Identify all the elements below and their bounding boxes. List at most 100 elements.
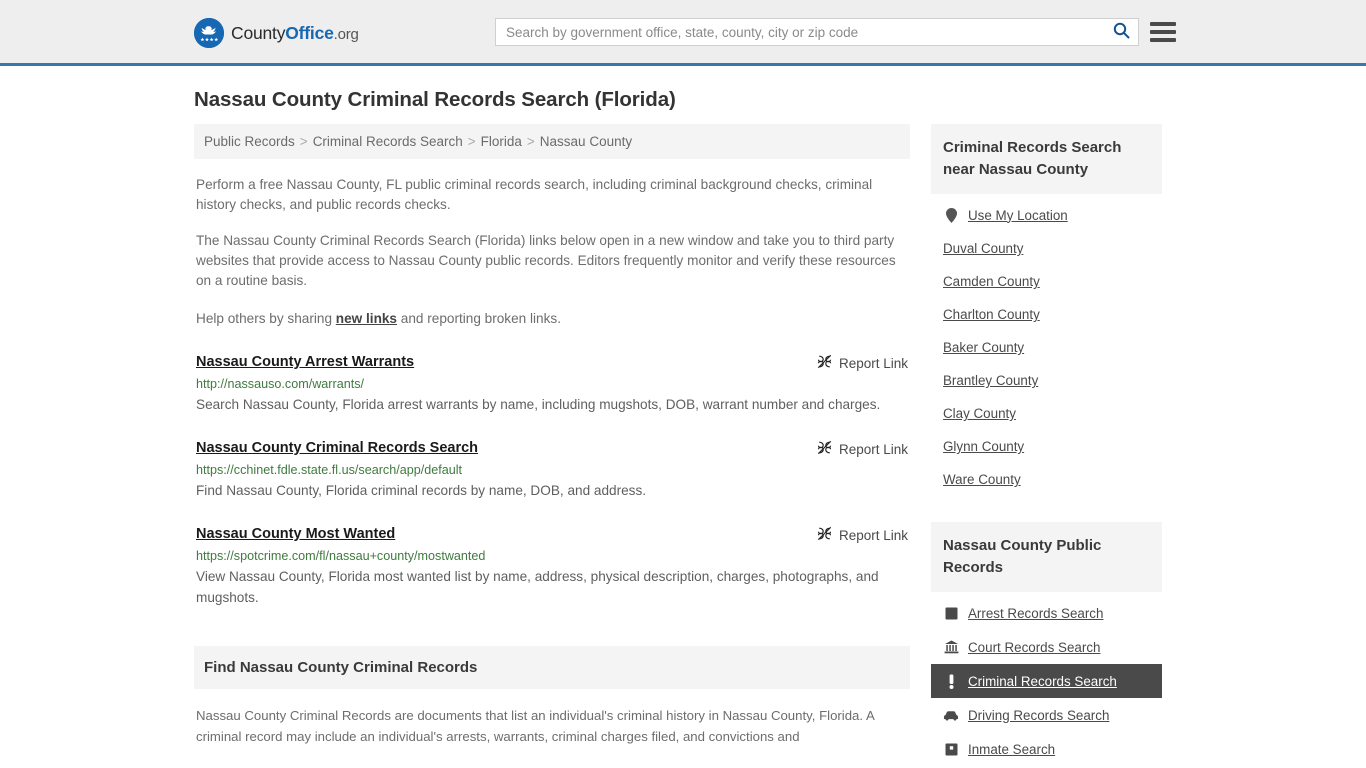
search-bar[interactable] — [495, 18, 1139, 46]
fingerprint-icon — [943, 605, 959, 621]
courthouse-icon — [943, 639, 959, 655]
sidebar-item-criminal-records-search[interactable]: Criminal Records Search — [931, 664, 1162, 698]
result-description: Find Nassau County, Florida criminal rec… — [196, 483, 647, 498]
intro-paragraph-3: Help others by sharing new links and rep… — [196, 309, 910, 329]
result-header: Nassau County Arrest Warrants Report Lin… — [196, 354, 910, 372]
result-title-link[interactable]: Nassau County Criminal Records Search — [196, 440, 478, 456]
breadcrumb-item-criminal-records-search[interactable]: Criminal Records Search — [313, 134, 463, 149]
broken-link-icon — [817, 354, 832, 372]
result-title-link[interactable]: Nassau County Arrest Warrants — [196, 354, 414, 370]
result-description: View Nassau County, Florida most wanted … — [196, 569, 879, 605]
public-records-card: Nassau County Public Records Arrest Reco… — [931, 522, 1162, 766]
report-link-label: Report Link — [838, 527, 908, 543]
exclamation-icon — [943, 673, 959, 689]
car-icon — [943, 707, 959, 723]
result-item: Nassau County Arrest Warrants Report Lin… — [194, 354, 910, 415]
sidebar-item-label: Brantley County — [943, 373, 1039, 388]
site-logo[interactable]: CountyOffice.org — [194, 18, 359, 48]
map-pin-icon — [943, 207, 959, 223]
intro-paragraph-2: The Nassau County Criminal Records Searc… — [196, 233, 896, 288]
sidebar-item-inmate-search[interactable]: Inmate Search — [931, 732, 1162, 766]
page-body: Nassau County Criminal Records Search (F… — [0, 88, 1366, 766]
main-content: Public Records > Criminal Records Search > F… — [194, 124, 910, 766]
sidebar-item-label: Criminal Records Search — [968, 673, 1117, 689]
sidebar-item-label: Ware County — [943, 472, 1021, 487]
nearby-search-heading: Criminal Records Search near Nassau Coun… — [931, 124, 1162, 194]
sidebar-item-charlton-county[interactable]: Charlton County — [931, 298, 1162, 331]
nearby-search-card: Criminal Records Search near Nassau Coun… — [931, 124, 1162, 496]
menu-bar-2 — [1150, 30, 1176, 34]
hamburger-menu-icon[interactable] — [1150, 19, 1176, 45]
sidebar-item-label: Arrest Records Search — [968, 605, 1104, 621]
new-links-link[interactable]: new links — [336, 311, 397, 326]
find-records-heading: Find Nassau County Criminal Records — [194, 646, 910, 689]
sidebar-item-driving-records-search[interactable]: Driving Records Search — [931, 698, 1162, 732]
page-title: Nassau County Criminal Records Search (F… — [194, 88, 676, 111]
report-link-button[interactable]: Report Link — [817, 526, 910, 544]
sidebar-item-ware-county[interactable]: Ware County — [931, 463, 1162, 496]
result-item: Nassau County Most Wanted Report Link ht… — [194, 526, 910, 608]
result-title-link[interactable]: Nassau County Most Wanted — [196, 526, 395, 542]
sidebar-item-duval-county[interactable]: Duval County — [931, 232, 1162, 265]
menu-bar-1 — [1150, 22, 1176, 26]
search-button[interactable] — [1104, 19, 1138, 45]
search-input[interactable] — [496, 19, 1104, 45]
intro-text: Perform a free Nassau County, FL public … — [194, 175, 910, 329]
breadcrumb-separator: > — [299, 134, 308, 149]
report-link-button[interactable]: Report Link — [817, 354, 910, 372]
site-logo-text: CountyOffice.org — [231, 23, 359, 44]
result-url: https://cchinet.fdle.state.fl.us/search/… — [196, 463, 463, 477]
breadcrumb-separator: > — [467, 134, 476, 149]
jail-building-icon — [943, 741, 959, 757]
sidebar-item-label: Use My Location — [968, 207, 1068, 223]
sidebar-item-label: Clay County — [943, 406, 1016, 421]
nearby-county-list: Use My Location Duval County Camden Coun… — [931, 198, 1162, 496]
site-header: CountyOffice.org — [0, 0, 1366, 66]
sidebar-item-brantley-county[interactable]: Brantley County — [931, 364, 1162, 397]
result-header: Nassau County Most Wanted Report Link — [196, 526, 910, 544]
logo-text-suffix: .org — [333, 25, 359, 43]
sidebar-item-arrest-records-search[interactable]: Arrest Records Search — [931, 596, 1162, 630]
sidebar-item-clay-county[interactable]: Clay County — [931, 397, 1162, 430]
breadcrumb-separator: > — [526, 134, 535, 149]
sidebar-item-label: Baker County — [943, 340, 1025, 355]
logo-text-office: Office — [285, 22, 334, 43]
intro-share-suffix: and reporting broken links. — [397, 311, 561, 326]
search-icon — [1113, 22, 1130, 42]
find-records-body: Nassau County Criminal Records are docum… — [194, 705, 910, 747]
public-records-list: Arrest Records Search Court Records Sear… — [931, 596, 1162, 766]
sidebar-item-label: Court Records Search — [968, 639, 1101, 655]
breadcrumb-item-public-records[interactable]: Public Records — [204, 134, 295, 149]
sidebar-item-label: Charlton County — [943, 307, 1040, 322]
report-link-button[interactable]: Report Link — [817, 440, 910, 458]
sidebar-item-glynn-county[interactable]: Glynn County — [931, 430, 1162, 463]
result-url: http://nassauso.com/warrants/ — [196, 377, 364, 391]
sidebar-item-label: Camden County — [943, 274, 1040, 289]
sidebar-item-camden-county[interactable]: Camden County — [931, 265, 1162, 298]
broken-link-icon — [817, 526, 832, 544]
sidebar-item-label: Inmate Search — [968, 741, 1056, 757]
broken-link-icon — [817, 440, 832, 458]
menu-bar-3 — [1150, 38, 1176, 42]
report-link-label: Report Link — [838, 355, 908, 371]
breadcrumb: Public Records > Criminal Records Search > F… — [194, 124, 910, 159]
breadcrumb-item-nassau-county[interactable]: Nassau County — [540, 134, 632, 149]
sidebar-item-label: Driving Records Search — [968, 707, 1110, 723]
sidebar-item-baker-county[interactable]: Baker County — [931, 331, 1162, 364]
sidebar: Criminal Records Search near Nassau Coun… — [931, 124, 1162, 766]
sidebar-item-label: Duval County — [943, 241, 1024, 256]
result-item: Nassau County Criminal Records Search Re… — [194, 440, 910, 501]
breadcrumb-item-florida[interactable]: Florida — [481, 134, 522, 149]
intro-share-prefix: Help others by sharing — [196, 311, 336, 326]
sidebar-item-use-my-location[interactable]: Use My Location — [931, 198, 1162, 232]
result-header: Nassau County Criminal Records Search Re… — [196, 440, 910, 458]
result-url: https://spotcrime.com/fl/nassau+county/m… — [196, 549, 486, 563]
find-records-paragraph: Nassau County Criminal Records are docum… — [196, 708, 875, 744]
sidebar-item-label: Glynn County — [943, 439, 1025, 454]
intro-paragraph-1: Perform a free Nassau County, FL public … — [196, 177, 873, 212]
logo-text-county: County — [231, 22, 286, 43]
eagle-seal-icon — [194, 18, 224, 48]
report-link-label: Report Link — [838, 441, 908, 457]
sidebar-item-court-records-search[interactable]: Court Records Search — [931, 630, 1162, 664]
public-records-heading: Nassau County Public Records — [931, 522, 1162, 592]
